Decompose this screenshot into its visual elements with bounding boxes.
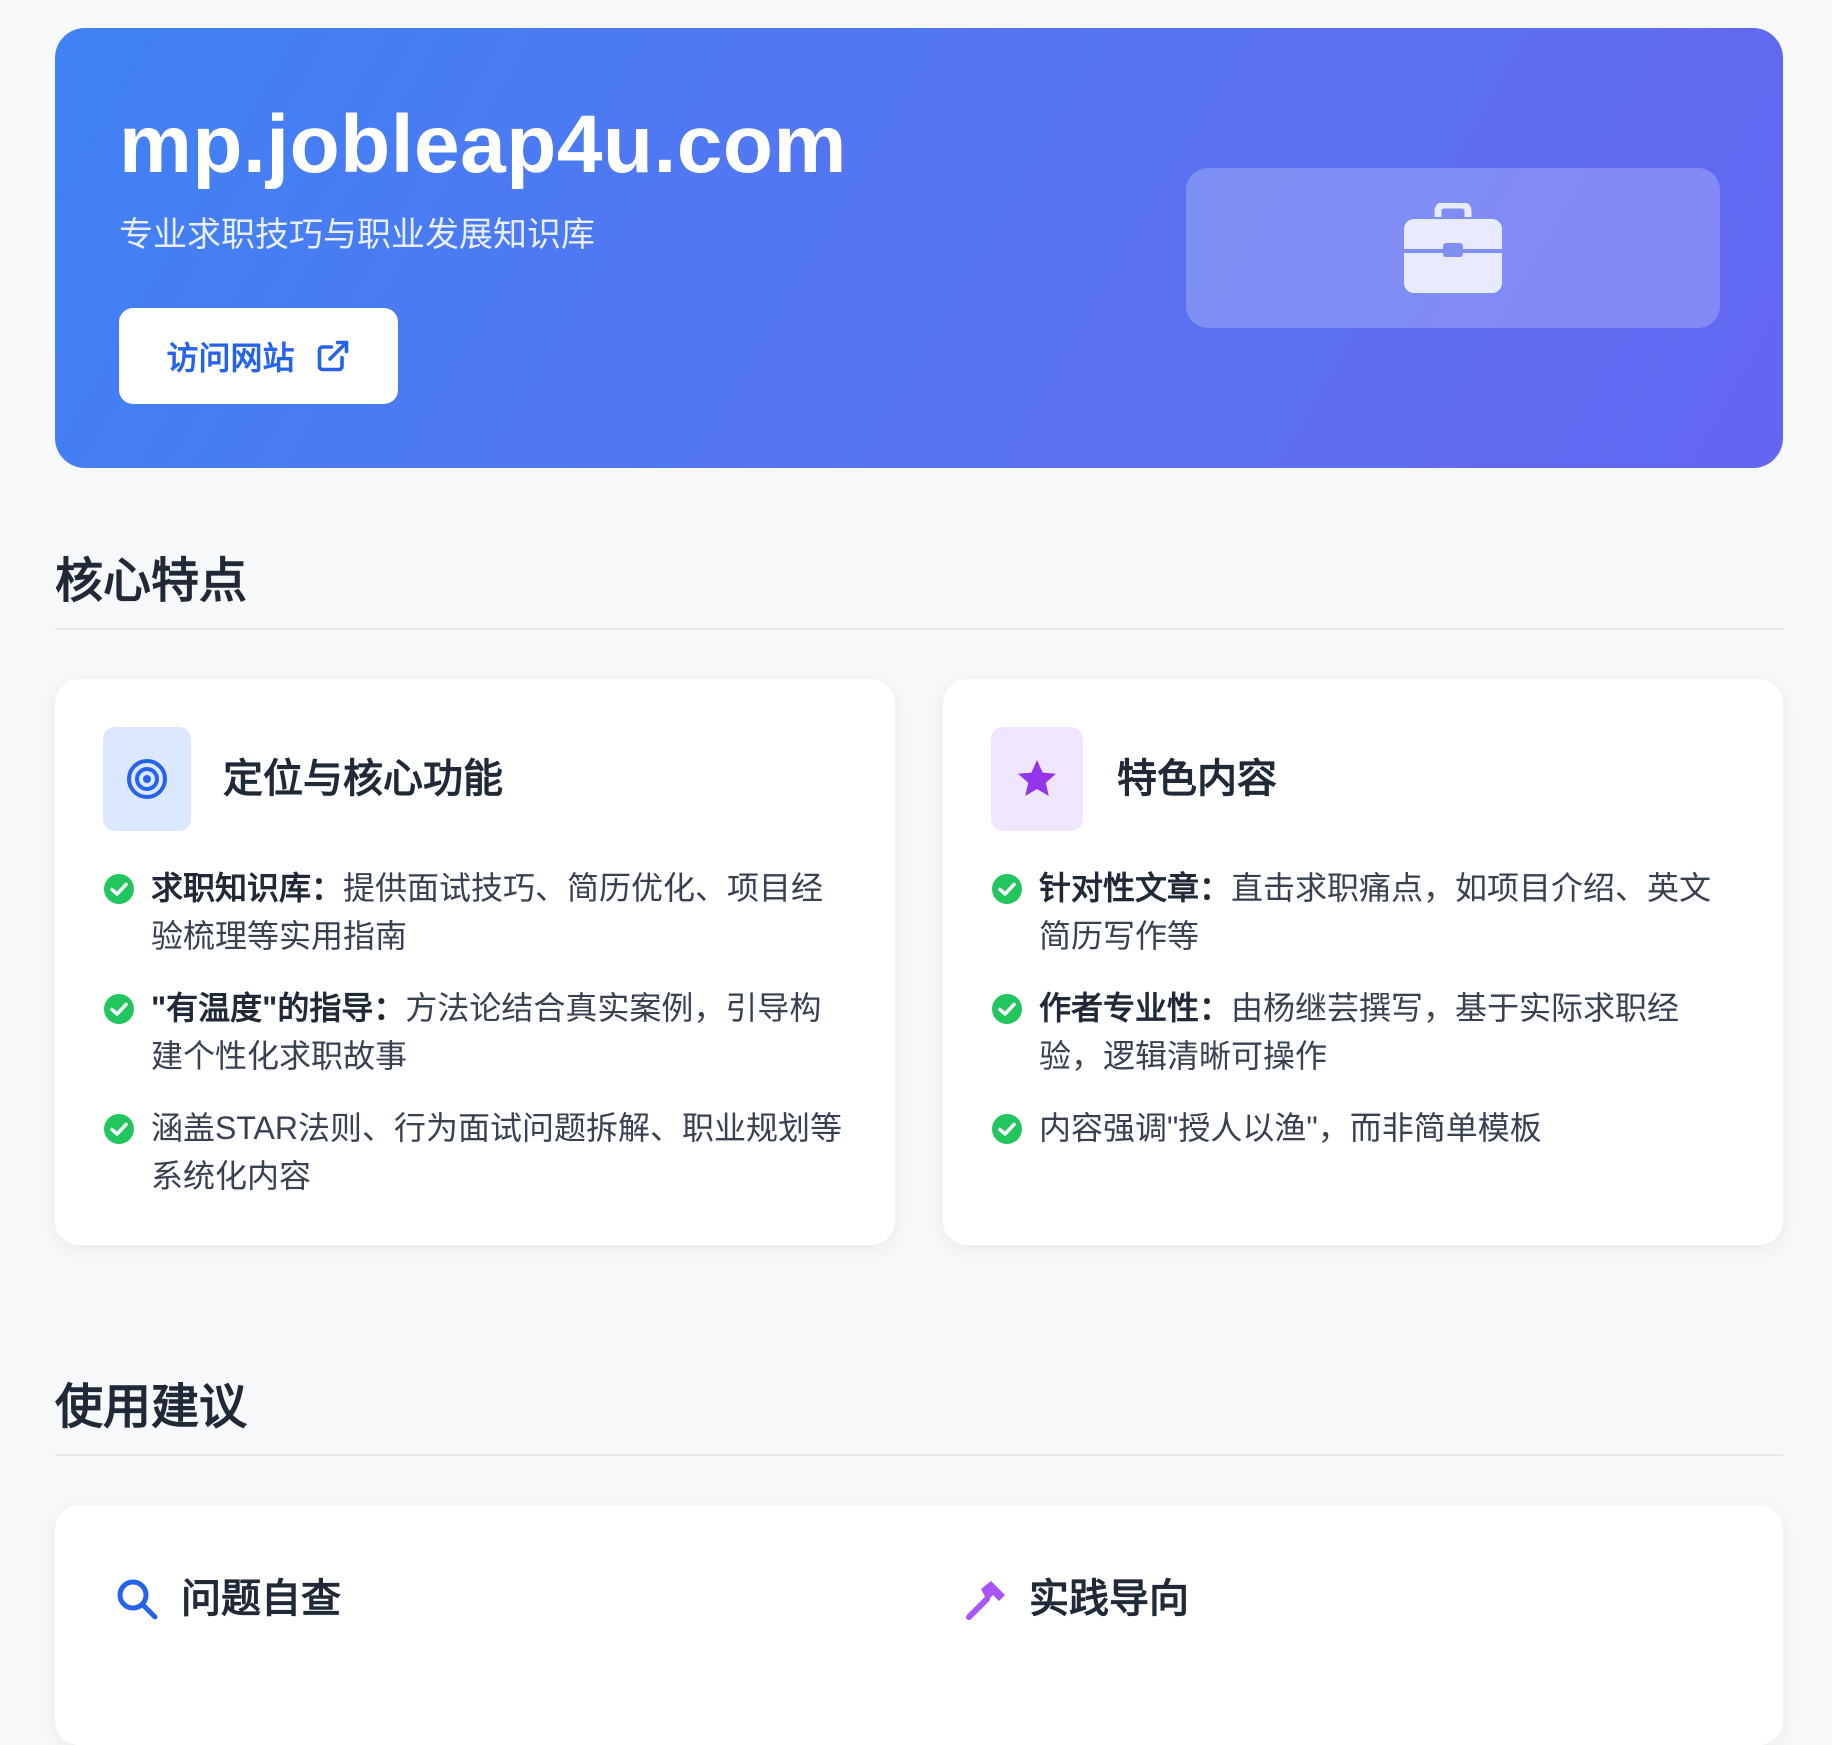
features-section-title: 核心特点	[55, 555, 248, 608]
hero-illustration	[1186, 168, 1720, 328]
page: mp.jobleap4u.com 专业求职技巧与职业发展知识库 访问网站 核心特…	[0, 0, 1832, 1745]
site-title: mp.jobleap4u.com	[119, 99, 847, 190]
section-divider	[55, 628, 1783, 630]
feature-list: 求职知识库：提供面试技巧、简历优化、项目经验梳理等实用指南 "有温度"的指导：方…	[103, 864, 845, 1224]
hero-banner: mp.jobleap4u.com 专业求职技巧与职业发展知识库 访问网站	[55, 28, 1783, 468]
star-icon	[1018, 760, 1056, 796]
usage-section-title: 使用建议	[55, 1381, 248, 1434]
hammer-icon	[966, 1581, 1005, 1620]
check-circle-icon	[104, 1114, 134, 1144]
check-circle-icon	[992, 874, 1022, 904]
usage-item-title: 问题自查	[181, 1577, 341, 1621]
visit-website-button[interactable]: 访问网站	[119, 308, 398, 404]
list-item: 作者专业性：由杨继芸撰写，基于实际求职经验，逻辑清晰可操作	[991, 984, 1733, 1080]
feature-list: 针对性文章：直击求职痛点，如项目介绍、英文简历写作等 作者专业性：由杨继芸撰写，…	[991, 864, 1733, 1176]
item-lead: 作者专业性：	[1039, 990, 1232, 1026]
target-icon	[127, 759, 167, 799]
item-text: 涵盖STAR法则、行为面试问题拆解、职业规划等系统化内容	[151, 1110, 842, 1194]
item-text: 内容强调"授人以渔"，而非简单模板	[1039, 1110, 1542, 1146]
check-circle-icon	[104, 874, 134, 904]
feature-card-positioning: 定位与核心功能 求职知识库：提供面试技巧、简历优化、项目经验梳理等实用指南 "有…	[55, 679, 895, 1245]
section-divider	[55, 1454, 1783, 1456]
check-circle-icon	[104, 994, 134, 1024]
card-title: 定位与核心功能	[223, 757, 503, 801]
briefcase-icon	[1404, 203, 1502, 293]
usage-item-practice: 实践导向	[963, 1575, 1189, 1623]
list-item: 针对性文章：直击求职痛点，如项目介绍、英文简历写作等	[991, 864, 1733, 960]
search-icon	[117, 1579, 158, 1620]
item-lead: 针对性文章：	[1039, 870, 1232, 906]
list-item: 涵盖STAR法则、行为面试问题拆解、职业规划等系统化内容	[103, 1104, 845, 1200]
list-item: "有温度"的指导：方法论结合真实案例，引导构建个性化求职故事	[103, 984, 845, 1080]
list-item: 求职知识库：提供面试技巧、简历优化、项目经验梳理等实用指南	[103, 864, 845, 960]
usage-card: 问题自查 实践导向	[55, 1505, 1783, 1745]
usage-item-title: 实践导向	[1029, 1577, 1189, 1621]
external-link-icon	[317, 340, 348, 372]
card-icon-box	[991, 727, 1083, 831]
card-icon-box	[103, 727, 191, 831]
item-lead: 求职知识库：	[151, 870, 344, 906]
item-lead: "有温度"的指导：	[151, 990, 406, 1026]
check-circle-icon	[992, 994, 1022, 1024]
check-circle-icon	[992, 1114, 1022, 1144]
card-title: 特色内容	[1117, 757, 1277, 801]
site-subtitle: 专业求职技巧与职业发展知识库	[119, 216, 595, 254]
list-item: 内容强调"授人以渔"，而非简单模板	[991, 1104, 1733, 1152]
usage-item-self-check: 问题自查	[115, 1575, 341, 1623]
visit-website-label: 访问网站	[166, 340, 295, 376]
feature-card-content: 特色内容 针对性文章：直击求职痛点，如项目介绍、英文简历写作等 作者专业性：由杨…	[943, 679, 1783, 1245]
